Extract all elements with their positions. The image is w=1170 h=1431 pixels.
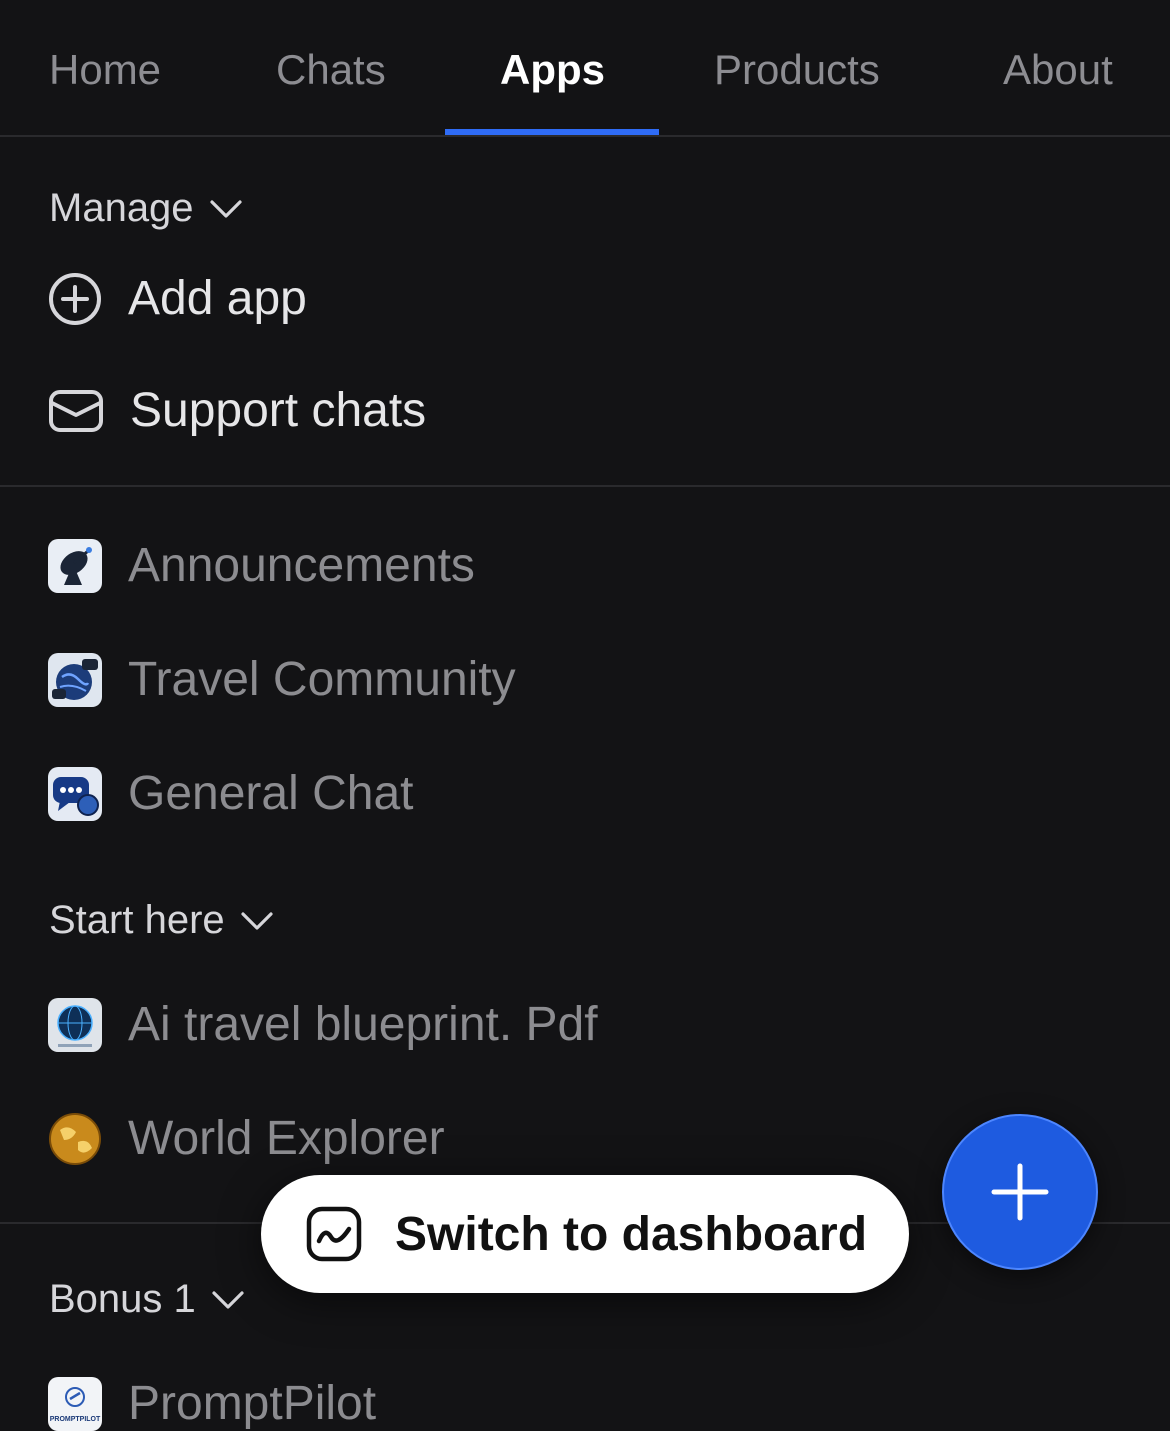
app-item-label: Ai travel blueprint. Pdf <box>128 998 598 1051</box>
chevron-down-icon <box>241 911 273 930</box>
tab-about[interactable]: About <box>1003 0 1113 135</box>
tab-products[interactable]: Products <box>714 0 880 135</box>
envelope-icon <box>49 389 103 432</box>
plus-icon <box>991 1163 1049 1221</box>
satellite-dish-icon <box>48 538 102 593</box>
app-item-label: Announcements <box>128 539 475 592</box>
active-tab-indicator <box>445 129 659 135</box>
plus-circle-icon <box>49 272 101 325</box>
switch-to-dashboard-label: Switch to dashboard <box>395 1207 868 1261</box>
add-app-button[interactable]: Add app <box>48 271 307 326</box>
svg-text:PROMPTPILOT: PROMPTPILOT <box>50 1416 101 1423</box>
app-item-promptpilot[interactable]: PROMPTPILOT PromptPilot <box>48 1376 376 1431</box>
app-item-label: Travel Community <box>128 653 516 706</box>
promptpilot-logo-icon: PROMPTPILOT <box>48 1376 102 1431</box>
chat-bubbles-icon <box>48 766 102 821</box>
tab-chats[interactable]: Chats <box>276 0 386 135</box>
tab-apps[interactable]: Apps <box>500 0 605 135</box>
add-app-label: Add app <box>128 272 307 325</box>
app-item-ai-travel-blueprint[interactable]: Ai travel blueprint. Pdf <box>48 997 598 1052</box>
chart-icon <box>306 1206 362 1262</box>
section-header-label: Manage <box>49 186 194 230</box>
section-header-manage[interactable]: Manage <box>49 186 244 231</box>
support-chats-button[interactable]: Support chats <box>48 383 426 438</box>
switch-to-dashboard-button[interactable]: Switch to dashboard <box>261 1175 909 1293</box>
app-item-label: General Chat <box>128 767 414 820</box>
globe-chat-icon <box>48 652 102 707</box>
support-chats-label: Support chats <box>130 384 427 437</box>
section-header-label: Bonus 1 <box>49 1277 196 1321</box>
app-item-general-chat[interactable]: General Chat <box>48 766 414 821</box>
add-fab-button[interactable] <box>942 1114 1098 1270</box>
section-header-start-here[interactable]: Start here <box>49 898 275 943</box>
section-header-bonus-1[interactable]: Bonus 1 <box>49 1277 246 1322</box>
blue-globe-icon <box>48 997 102 1052</box>
app-item-label: PromptPilot <box>128 1377 377 1430</box>
chevron-down-icon <box>209 199 242 218</box>
app-item-label: World Explorer <box>128 1112 445 1165</box>
gold-globe-icon <box>48 1112 102 1166</box>
app-item-announcements[interactable]: Announcements <box>48 538 475 593</box>
top-tab-bar: Home Chats Apps Products About <box>0 0 1170 137</box>
section-header-label: Start here <box>49 898 225 942</box>
section-divider <box>0 485 1170 487</box>
tab-home[interactable]: Home <box>49 0 161 135</box>
app-item-world-explorer[interactable]: World Explorer <box>48 1111 445 1166</box>
chevron-down-icon <box>212 1290 244 1309</box>
app-item-travel-community[interactable]: Travel Community <box>48 652 516 707</box>
